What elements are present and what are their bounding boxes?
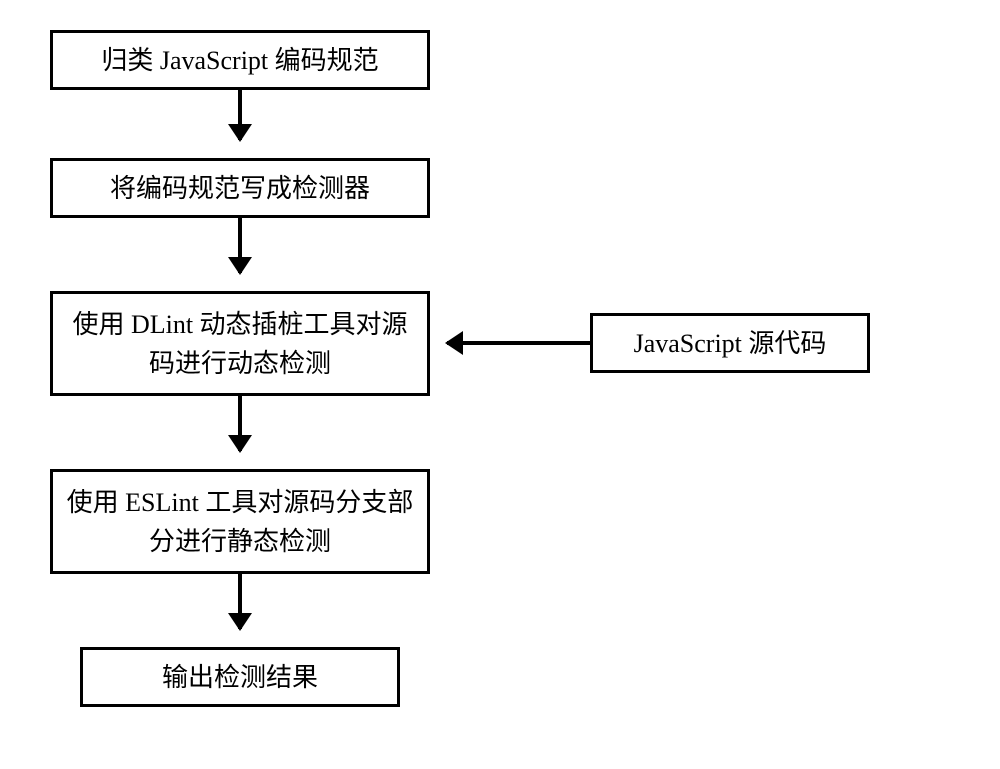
arrow-step4-step5	[238, 574, 242, 629]
arrow-input-step3	[447, 341, 590, 345]
step5-text: 输出检测结果	[162, 658, 318, 697]
arrow-step3-step4	[238, 396, 242, 451]
flowchart-step4: 使用 ESLint 工具对源码分支部分进行静态检测	[50, 469, 430, 574]
step3-text: 使用 DLint 动态插桩工具对源码进行动态检测	[65, 305, 415, 383]
flowchart-step2: 将编码规范写成检测器	[50, 158, 430, 218]
step1-text: 归类 JavaScript 编码规范	[101, 41, 378, 80]
flowchart-step3: 使用 DLint 动态插桩工具对源码进行动态检测	[50, 291, 430, 396]
step2-text: 将编码规范写成检测器	[110, 169, 370, 208]
input-text: JavaScript 源代码	[634, 324, 827, 363]
flowchart-step1: 归类 JavaScript 编码规范	[50, 30, 430, 90]
step4-text: 使用 ESLint 工具对源码分支部分进行静态检测	[65, 483, 415, 561]
arrow-step2-step3	[238, 218, 242, 273]
arrow-step1-step2	[238, 90, 242, 140]
flowchart-step5: 输出检测结果	[80, 647, 400, 707]
flowchart-input: JavaScript 源代码	[590, 313, 870, 373]
